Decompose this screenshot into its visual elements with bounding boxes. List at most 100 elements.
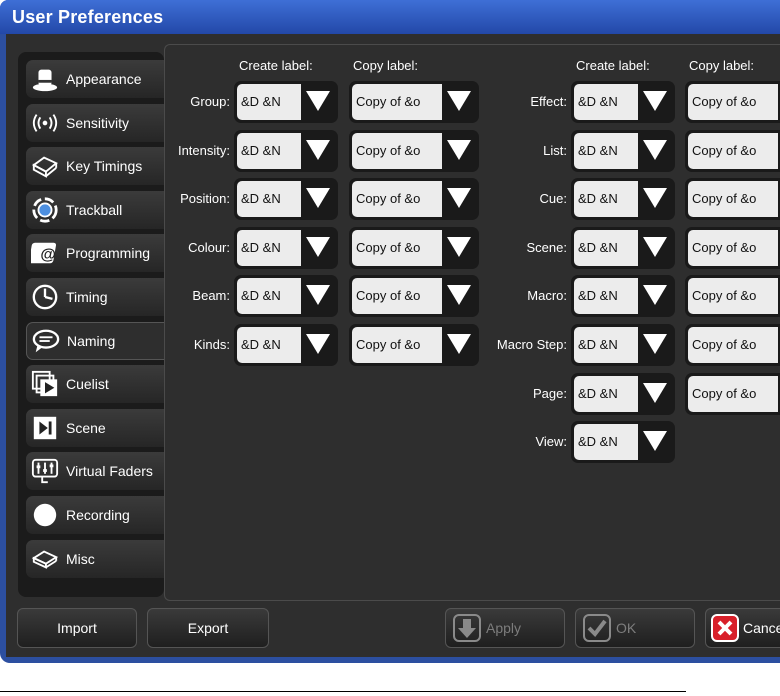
copy-label-select-effect[interactable]: Copy of &o (685, 81, 780, 123)
create-label-select-group[interactable]: &D &N (234, 81, 338, 123)
sidebar-item-label: Cuelist (66, 376, 109, 393)
chevron-down-icon[interactable] (643, 382, 667, 403)
speech-bubble-icon (31, 326, 61, 356)
row-label-view: View: (535, 434, 567, 450)
create-label-select-macro[interactable]: &D &N (571, 275, 675, 318)
chevron-down-icon[interactable] (306, 188, 330, 209)
sidebar-item-cuelist[interactable]: Cuelist (26, 365, 164, 404)
create-label-select-macro-step[interactable]: &D &N (571, 324, 675, 366)
svg-text:@: @ (40, 247, 55, 264)
apply-label: Apply (486, 620, 522, 636)
sidebar-item-sensitivity[interactable]: Sensitivity (26, 103, 164, 142)
copy-label-select-group-value[interactable]: Copy of &o (352, 84, 442, 120)
naming-panel: Create label: Copy label: Create label: … (164, 44, 780, 601)
close-icon (711, 614, 739, 642)
scene-icon (30, 413, 60, 443)
sidebar-item-label: Key Timings (66, 158, 143, 175)
chevron-down-icon[interactable] (306, 285, 330, 306)
cancel-button[interactable]: Cancel (705, 608, 780, 648)
chevron-down-icon[interactable] (643, 236, 667, 257)
create-label-header-right: Create label: (576, 58, 650, 73)
create-label-select-list[interactable]: &D &N (571, 129, 675, 172)
sidebar: Appearance Sensitivity Key Timings Trackbal… (18, 52, 176, 597)
create-label-select-colour-value[interactable]: &D &N (237, 229, 301, 266)
chevron-down-icon[interactable] (643, 334, 667, 354)
row-label-colour: Colour: (188, 239, 230, 255)
create-label-select-effect[interactable]: &D &N (571, 81, 675, 123)
row-label-list: List: (543, 142, 567, 158)
copy-label-select-list[interactable]: Copy of &o (685, 129, 780, 172)
chevron-down-icon[interactable] (643, 285, 667, 306)
copy-label-select-scene-value[interactable]: Copy of &o (688, 229, 778, 266)
trackball-icon (30, 195, 60, 225)
copy-label-select-intensity-value[interactable]: Copy of &o (352, 132, 442, 169)
copy-label-select-page-value[interactable]: Copy of &o (688, 375, 778, 412)
create-label-select-macro-value[interactable]: &D &N (574, 278, 638, 315)
copy-label-header-left: Copy label: (353, 58, 419, 73)
copy-label-select-effect-value[interactable]: Copy of &o (688, 84, 778, 120)
create-label-select-cue-value[interactable]: &D &N (574, 181, 638, 218)
copy-label-select-page[interactable]: Copy of &o (685, 372, 780, 415)
chevron-down-icon[interactable] (306, 236, 330, 257)
create-label-select-view[interactable]: &D &N (571, 421, 675, 464)
preferences-window: User Preferences Appearance Sensitivity Ke… (0, 0, 780, 663)
create-label-select-position[interactable]: &D &N (234, 178, 338, 221)
copy-label-select-position-value[interactable]: Copy of &o (352, 181, 442, 218)
sidebar-item-label: Virtual Faders (66, 463, 153, 480)
copy-label-select-list-value[interactable]: Copy of &o (688, 132, 778, 169)
chevron-down-icon[interactable] (643, 188, 667, 209)
export-button[interactable]: Export (147, 608, 269, 648)
copy-label-select-scene[interactable]: Copy of &o (685, 226, 780, 269)
ok-label: OK (616, 620, 637, 636)
create-label-select-beam-value[interactable]: &D &N (237, 278, 301, 315)
chevron-down-icon[interactable] (643, 139, 667, 160)
chevron-down-icon[interactable] (643, 431, 667, 452)
create-label-select-kinds-value[interactable]: &D &N (237, 327, 301, 363)
create-label-select-cue[interactable]: &D &N (571, 178, 675, 221)
chevron-down-icon[interactable] (643, 91, 667, 111)
signal-icon (30, 108, 60, 138)
window-client: Appearance Sensitivity Key Timings Trackbal… (6, 34, 780, 657)
create-label-select-page-value[interactable]: &D &N (574, 375, 638, 412)
create-label-select-intensity[interactable]: &D &N (234, 129, 338, 172)
chevron-down-icon[interactable] (306, 139, 330, 160)
sidebar-item-scene[interactable]: Scene (26, 408, 164, 447)
create-label-select-list-value[interactable]: &D &N (574, 132, 638, 169)
create-label-select-scene-value[interactable]: &D &N (574, 229, 638, 266)
create-label-select-beam[interactable]: &D &N (234, 275, 338, 318)
title-bar[interactable]: User Preferences (0, 0, 780, 34)
sidebar-item-label: Sensitivity (66, 114, 130, 131)
clock-icon (30, 282, 60, 312)
sidebar-item-virtual-faders[interactable]: Virtual Faders (26, 452, 164, 491)
apply-button[interactable]: Apply (445, 608, 565, 648)
import-button[interactable]: Import (17, 608, 137, 648)
copy-label-select-macro-step[interactable]: Copy of &o (685, 324, 780, 366)
cuelist-icon (30, 369, 60, 399)
ok-button[interactable]: OK (575, 608, 695, 648)
chevron-down-icon[interactable] (306, 91, 330, 111)
copy-label-select-macro[interactable]: Copy of &o (685, 275, 780, 318)
create-label-select-macro-step-value[interactable]: &D &N (574, 327, 638, 363)
chevron-down-icon[interactable] (306, 334, 330, 354)
create-label-select-position-value[interactable]: &D &N (237, 181, 301, 218)
create-label-select-scene[interactable]: &D &N (571, 226, 675, 269)
create-label-select-kinds[interactable]: &D &N (234, 324, 338, 366)
create-label-select-page[interactable]: &D &N (571, 372, 675, 415)
copy-label-header-right: Copy label: (689, 58, 755, 73)
sidebar-item-misc[interactable]: Misc (26, 539, 164, 578)
create-label-select-colour[interactable]: &D &N (234, 226, 338, 269)
copy-label-select-colour-value[interactable]: Copy of &o (352, 229, 442, 266)
copy-label-select-kinds-value[interactable]: Copy of &o (352, 327, 442, 363)
copy-label-select-cue-value[interactable]: Copy of &o (688, 181, 778, 218)
sidebar-item-appearance[interactable]: Appearance (26, 60, 164, 98)
copy-label-select-cue[interactable]: Copy of &o (685, 178, 780, 221)
copy-label-select-macro-step-value[interactable]: Copy of &o (688, 327, 778, 363)
create-label-select-intensity-value[interactable]: &D &N (237, 132, 301, 169)
copy-label-select-macro-value[interactable]: Copy of &o (688, 278, 778, 315)
sidebar-item-recording[interactable]: Recording (26, 496, 164, 534)
copy-label-select-beam-value[interactable]: Copy of &o (352, 278, 442, 315)
create-label-select-effect-value[interactable]: &D &N (574, 84, 638, 120)
row-label-macro-step: Macro Step: (496, 337, 567, 352)
create-label-select-group-value[interactable]: &D &N (237, 84, 301, 120)
create-label-select-view-value[interactable]: &D &N (574, 424, 638, 461)
